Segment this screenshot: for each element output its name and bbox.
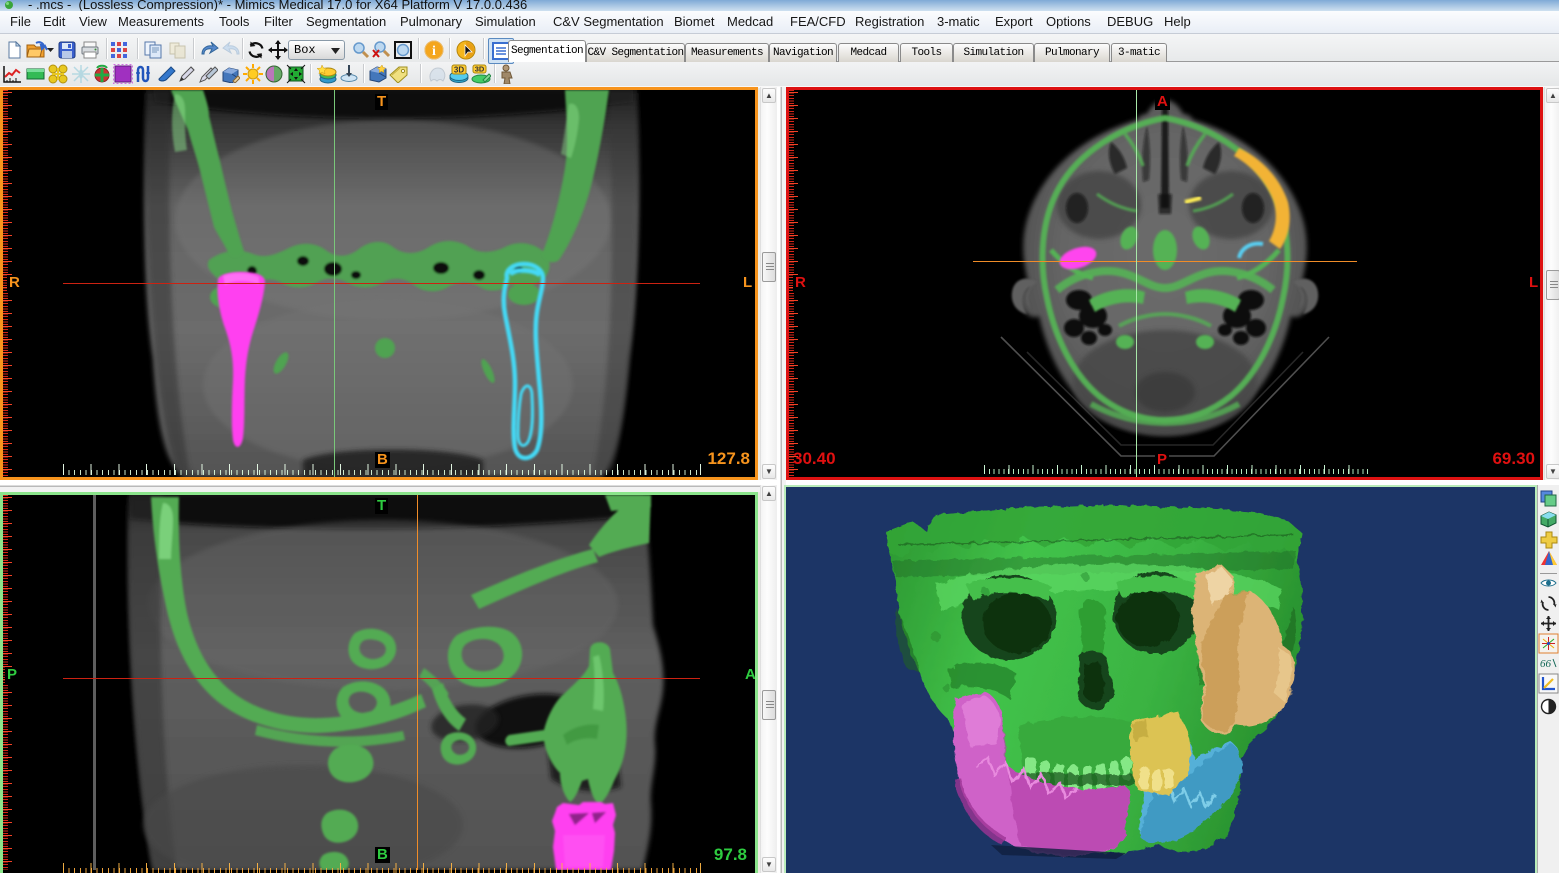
- svg-text:3D: 3D: [475, 65, 485, 74]
- svg-text:i: i: [432, 44, 436, 59]
- svg-text:3D: 3D: [454, 66, 464, 75]
- svg-text:66: 66: [1540, 658, 1552, 670]
